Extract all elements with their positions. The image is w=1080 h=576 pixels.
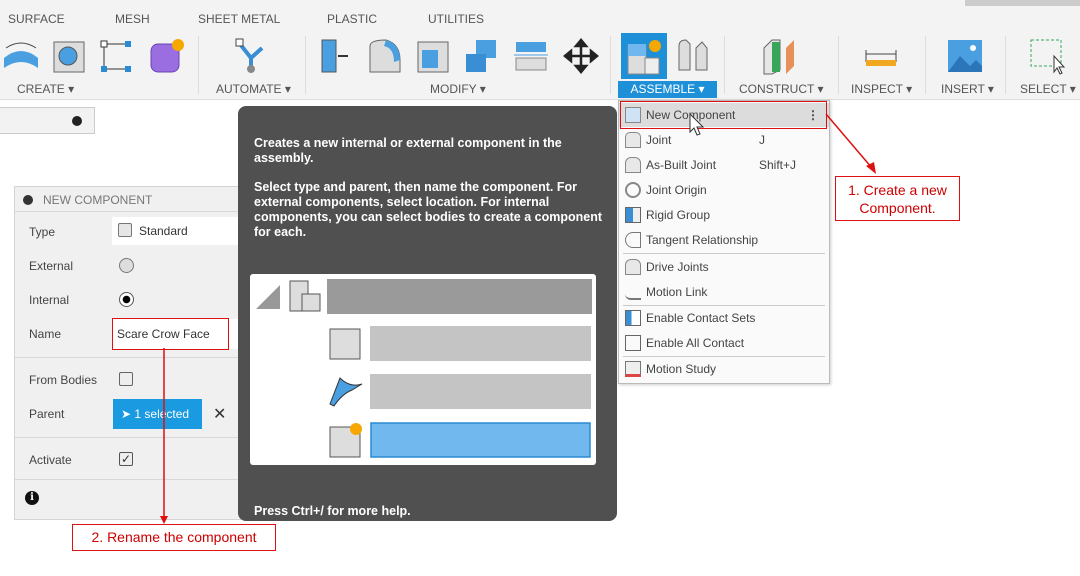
fillet-icon[interactable] xyxy=(366,36,404,76)
hole-icon[interactable] xyxy=(50,36,88,76)
construct-menu-button[interactable]: CONSTRUCT ▾ xyxy=(739,81,823,98)
mouse-cursor-icon xyxy=(689,112,705,136)
automate-menu-button[interactable]: AUTOMATE ▾ xyxy=(216,81,291,98)
tooltip: Creates a new internal or external compo… xyxy=(238,106,617,521)
insert-image-icon[interactable] xyxy=(946,36,984,76)
new-component-highlight-box xyxy=(620,101,827,129)
create-menu-button[interactable]: CREATE ▾ xyxy=(17,81,74,98)
browser-bar xyxy=(0,107,95,134)
menu-item-tangent-relationship[interactable]: Tangent Relationship xyxy=(619,228,829,252)
select-menu-button[interactable]: SELECT ▾ xyxy=(1020,81,1076,98)
tab-surface[interactable]: SURFACE xyxy=(8,12,65,26)
enable-all-contact-icon xyxy=(625,335,641,351)
window-bar xyxy=(965,0,1080,6)
measure-icon[interactable] xyxy=(862,36,900,76)
tab-utilities[interactable]: UTILITIES xyxy=(428,12,484,26)
component-type-icon xyxy=(118,223,132,237)
activate-checkbox[interactable]: ✓ xyxy=(119,452,133,466)
assemble-dropdown-menu: New Component ⋮ Joint J As-Built Joint Shif… xyxy=(618,100,830,384)
type-dropdown[interactable]: Standard xyxy=(112,217,245,245)
combine-icon[interactable] xyxy=(462,36,500,76)
revolve-icon[interactable] xyxy=(2,36,40,76)
name-label: Name xyxy=(29,327,62,341)
internal-radio[interactable] xyxy=(119,292,134,307)
toolbar: SURFACE MESH SHEET METAL PLASTIC UTILITI… xyxy=(0,0,1080,100)
press-pull-icon[interactable] xyxy=(318,36,356,76)
shell-icon[interactable] xyxy=(414,36,452,76)
menu-item-motion-study[interactable]: Motion Study xyxy=(619,357,829,381)
move-icon[interactable] xyxy=(562,36,600,76)
tooltip-instructions: Select type and parent, then name the co… xyxy=(254,180,602,239)
name-highlight-box xyxy=(112,318,229,350)
external-label: External xyxy=(29,259,74,273)
drive-joints-icon xyxy=(625,259,641,275)
panel-title: NEW COMPONENT xyxy=(43,193,153,207)
form-icon[interactable] xyxy=(148,36,186,76)
joint-icon[interactable] xyxy=(674,36,712,76)
info-icon[interactable]: i xyxy=(25,491,39,505)
new-component-icon[interactable] xyxy=(625,36,663,76)
select-icon[interactable] xyxy=(1028,36,1066,76)
tooltip-help-hint: Press Ctrl+/ for more help. xyxy=(254,504,411,518)
external-radio[interactable] xyxy=(119,258,134,273)
type-label: Type xyxy=(29,225,56,239)
insert-menu-button[interactable]: INSERT ▾ xyxy=(941,81,994,98)
collapse-icon[interactable] xyxy=(72,116,82,126)
step1-callout: 1. Create a new Component. xyxy=(835,176,960,221)
tangent-relationship-icon xyxy=(625,232,641,248)
rigid-group-icon xyxy=(625,207,641,223)
sketch-pattern-icon[interactable] xyxy=(98,36,136,76)
tab-sheet-metal[interactable]: SHEET METAL xyxy=(198,12,280,26)
modify-menu-button[interactable]: MODIFY ▾ xyxy=(430,81,486,98)
component-tree-illustration xyxy=(256,279,592,458)
inspect-menu-button[interactable]: INSPECT ▾ xyxy=(851,81,912,98)
assemble-menu-button[interactable]: ASSEMBLE ▾ xyxy=(618,81,717,98)
menu-item-joint-origin[interactable]: Joint Origin xyxy=(619,178,829,202)
menu-item-rigid-group[interactable]: Rigid Group xyxy=(619,203,829,227)
split-icon[interactable] xyxy=(512,36,550,76)
cursor-icon: ➤ xyxy=(121,407,132,421)
joint-icon xyxy=(625,132,641,148)
clear-selection-icon[interactable]: ✕ xyxy=(213,404,226,424)
activate-label: Activate xyxy=(29,453,72,467)
enable-contact-sets-icon xyxy=(625,310,641,326)
motion-link-icon xyxy=(625,284,641,300)
parent-label: Parent xyxy=(29,407,65,421)
menu-item-enable-all-contact[interactable]: Enable All Contact xyxy=(619,331,829,355)
tooltip-description: Creates a new internal or external compo… xyxy=(254,136,562,165)
menu-item-as-built-joint[interactable]: As-Built Joint Shift+J xyxy=(619,153,829,177)
new-component-panel: NEW COMPONENT Type Standard External Int… xyxy=(14,186,245,520)
from-bodies-checkbox[interactable] xyxy=(119,372,133,386)
from-bodies-label: From Bodies xyxy=(29,373,98,387)
menu-item-enable-contact-sets[interactable]: Enable Contact Sets xyxy=(619,306,829,330)
automate-icon[interactable] xyxy=(232,36,270,76)
construct-plane-icon[interactable] xyxy=(760,36,798,76)
joint-origin-icon xyxy=(625,182,641,198)
tab-mesh[interactable]: MESH xyxy=(115,12,150,26)
parent-selection-button[interactable]: ➤ 1 selected xyxy=(113,399,202,429)
collapse-icon[interactable] xyxy=(23,195,33,205)
internal-label: Internal xyxy=(29,293,70,307)
tab-plastic[interactable]: PLASTIC xyxy=(327,12,377,26)
menu-item-drive-joints[interactable]: Drive Joints xyxy=(619,255,829,279)
step2-callout: 2. Rename the component xyxy=(72,524,276,551)
as-built-joint-icon xyxy=(625,157,641,173)
panel-header: NEW COMPONENT xyxy=(15,187,245,212)
menu-item-joint[interactable]: Joint J xyxy=(619,128,829,152)
tooltip-illustration xyxy=(250,274,596,465)
motion-study-icon xyxy=(625,361,641,377)
menu-item-motion-link[interactable]: Motion Link xyxy=(619,280,829,304)
type-value: Standard xyxy=(139,224,188,238)
